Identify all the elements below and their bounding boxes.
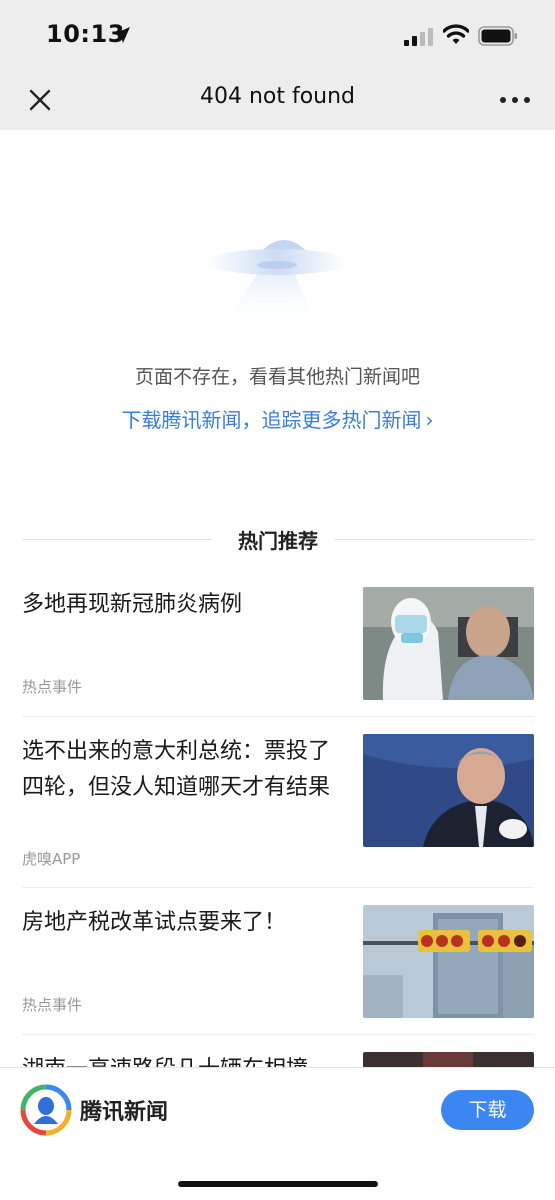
divider — [22, 887, 534, 888]
divider — [22, 1034, 534, 1035]
download-link-text: 下载腾讯新闻，追踪更多热门新闻 — [121, 408, 422, 432]
divider-right — [334, 539, 534, 540]
news-title: 房地产税改革试点要来了！ — [22, 910, 287, 935]
news-item[interactable]: 房地产税改革试点要来了！ 热点事件 — [22, 905, 534, 1018]
news-source: 热点事件 — [22, 996, 83, 1014]
status-bar: 10:13 — [0, 0, 555, 70]
battery-icon — [478, 26, 517, 46]
news-item[interactable]: 选不出来的意大利总统：票投了四轮，但没人知道哪天才有结果 虎嗅APP — [22, 734, 534, 868]
news-thumbnail — [363, 734, 534, 847]
download-button[interactable]: 下载 — [441, 1090, 534, 1130]
news-thumbnail — [363, 905, 534, 1018]
app-name: 腾讯新闻 — [80, 1100, 169, 1125]
news-title: 多地再现新冠肺炎病例 — [22, 592, 243, 617]
home-indicator — [178, 1181, 378, 1187]
wifi-icon — [443, 24, 469, 44]
ufo-illustration-icon — [207, 240, 347, 330]
news-title: 选不出来的意大利总统：票投了四轮，但没人知道哪天才有结果 — [22, 739, 331, 800]
cellular-signal-icon — [404, 28, 433, 46]
section-header: 热门推荐 — [22, 524, 534, 554]
news-source: 热点事件 — [22, 678, 83, 696]
nav-bar: 404 not found — [0, 70, 555, 130]
divider — [22, 716, 534, 717]
empty-state-message: 页面不存在，看看其他热门新闻吧 — [134, 366, 420, 388]
news-source: 虎嗅APP — [22, 850, 81, 868]
news-item[interactable]: 多地再现新冠肺炎病例 热点事件 — [22, 587, 534, 700]
download-app-link[interactable]: 下载腾讯新闻，追踪更多热门新闻 › — [0, 404, 555, 433]
app-download-bar: 腾讯新闻 下载 — [0, 1067, 555, 1200]
more-icon[interactable] — [498, 90, 532, 110]
news-thumbnail — [363, 587, 534, 700]
page-title: 404 not found — [199, 84, 356, 109]
chevron-right-icon: › — [425, 408, 434, 432]
tencent-news-logo-icon — [20, 1084, 72, 1136]
location-arrow-icon — [114, 27, 130, 43]
